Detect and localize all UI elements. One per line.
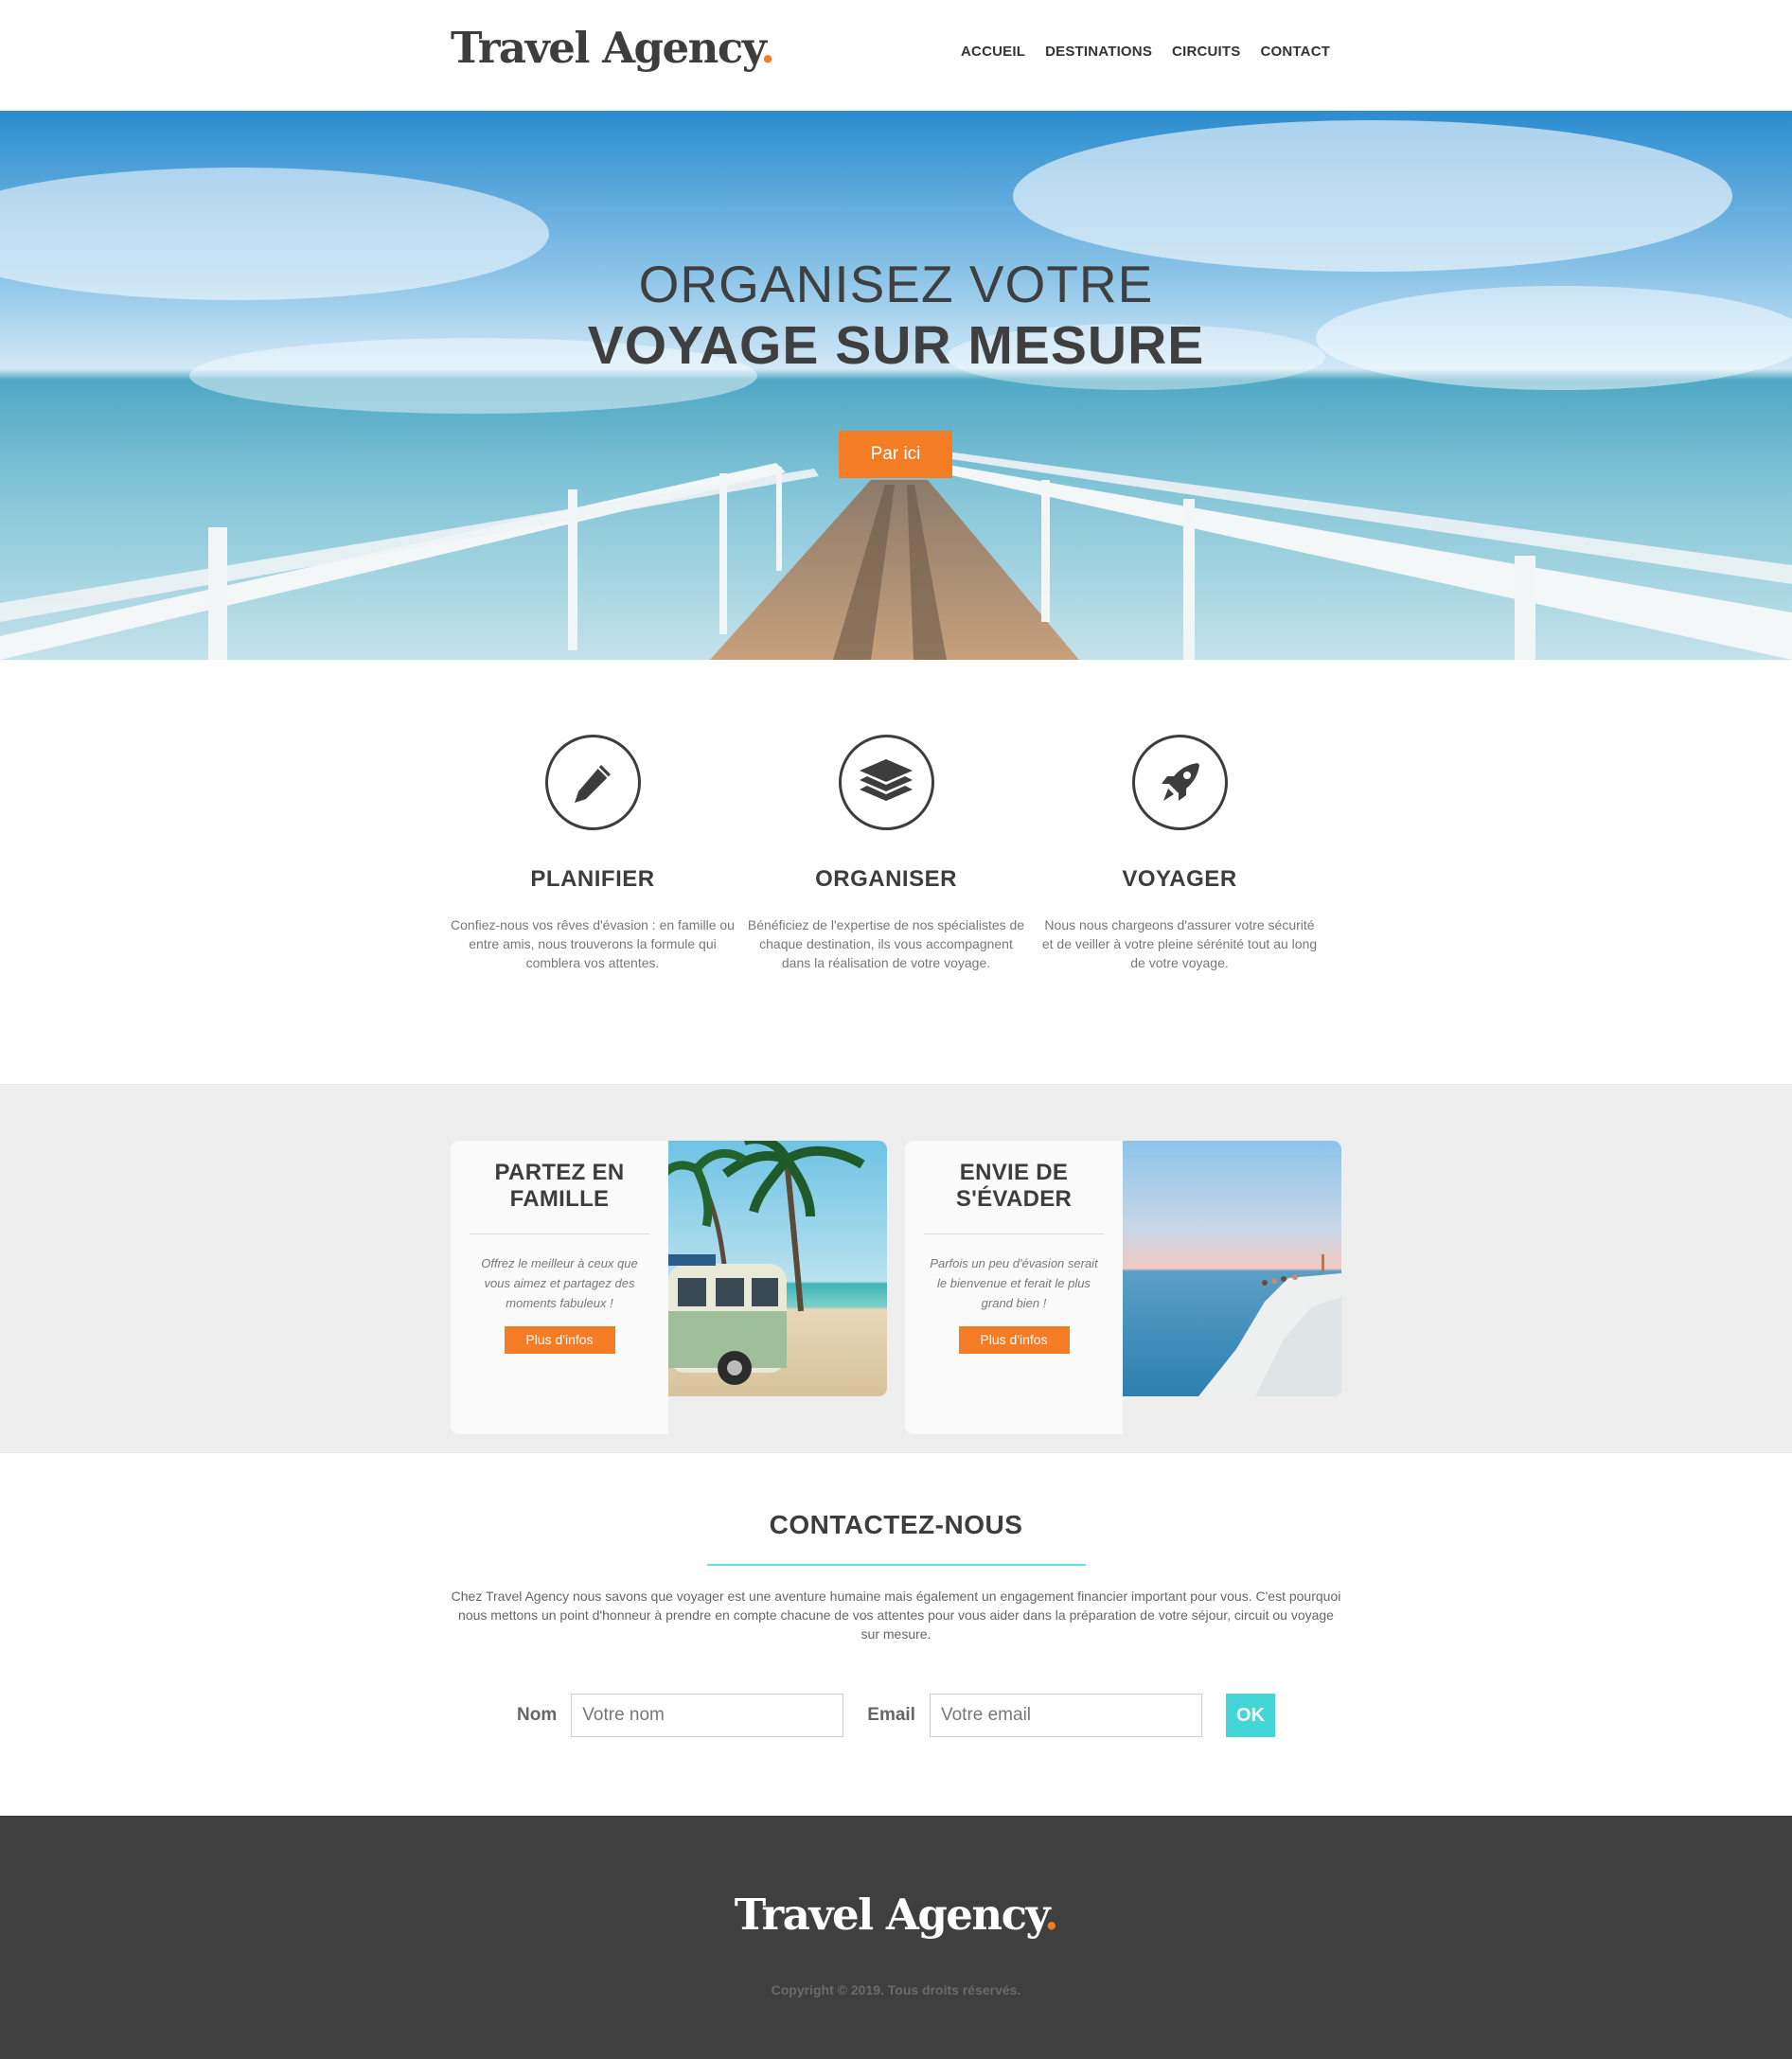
name-label: Nom bbox=[517, 1705, 558, 1725]
hero-banner: ORGANISEZ VOTRE VOYAGE SUR MESURE Par ic… bbox=[0, 111, 1792, 660]
feature-title: PLANIFIER bbox=[530, 866, 655, 892]
layers-icon bbox=[838, 735, 934, 830]
promo-panel: PARTEZ EN FAMILLE Offrez le meilleur à ce… bbox=[451, 1141, 668, 1434]
copyright: Copyright © 2019. Tous droits réservés. bbox=[771, 1982, 1021, 1997]
promo-text: Offrez le meilleur à ceux que vous aimez… bbox=[481, 1256, 638, 1310]
footer-logo-dot: . bbox=[1044, 1890, 1059, 1940]
promo-band: PARTEZ EN FAMILLE Offrez le meilleur à ce… bbox=[0, 1084, 1792, 1453]
hero-title: ORGANISEZ VOTRE VOYAGE SUR MESURE bbox=[0, 253, 1792, 376]
feature-text: Confiez-nous vos rêves d'évasion : en fa… bbox=[451, 917, 735, 970]
promo-text: Parfois un peu d'évasion serait le bienv… bbox=[930, 1256, 1098, 1310]
par-ici-button[interactable]: Par ici bbox=[839, 431, 952, 478]
contact-title: CONTACTEZ-NOUS bbox=[769, 1510, 1023, 1539]
submit-button[interactable]: OK bbox=[1225, 1694, 1275, 1737]
feature-title: ORGANISER bbox=[815, 866, 957, 892]
feature-planifier: PLANIFIER Confiez-nous vos rêves d'évasi… bbox=[451, 660, 735, 972]
logo-dot: . bbox=[760, 23, 775, 73]
pen-icon bbox=[544, 735, 641, 830]
cliff-sea-image bbox=[1123, 1141, 1341, 1396]
features-section: PLANIFIER Confiez-nous vos rêves d'évasi… bbox=[0, 660, 1792, 1084]
hero-background-image bbox=[0, 111, 1792, 660]
van-beach-image bbox=[668, 1141, 887, 1396]
main-nav: ACCUEIL DESTINATIONS CIRCUITS CONTACT bbox=[961, 44, 1350, 60]
promo-card-famille: PARTEZ EN FAMILLE Offrez le meilleur à ce… bbox=[451, 1141, 887, 1434]
promo-title-line1: ENVIE DE bbox=[959, 1160, 1069, 1185]
contact-section: CONTACTEZ-NOUS Chez Travel Agency nous s… bbox=[0, 1453, 1792, 1816]
promo-title: ENVIE DE S'ÉVADER bbox=[905, 1160, 1123, 1213]
hero-title-line1: ORGANISEZ VOTRE bbox=[638, 255, 1154, 313]
footer-logo-text: Travel Agency bbox=[734, 1890, 1046, 1940]
feature-text: Bénéficiez de l'expertise de nos spécial… bbox=[747, 917, 1025, 970]
contact-divider bbox=[706, 1564, 1086, 1566]
site-footer: Travel Agency. Copyright © 2019. Tous dr… bbox=[0, 1816, 1792, 2059]
email-input[interactable] bbox=[929, 1694, 1202, 1737]
nav-destinations[interactable]: DESTINATIONS bbox=[1045, 44, 1152, 60]
logo[interactable]: Travel Agency. bbox=[451, 23, 775, 73]
plus-infos-button[interactable]: Plus d'infos bbox=[958, 1326, 1070, 1354]
logo-text: Travel Agency bbox=[451, 23, 762, 73]
nav-contact[interactable]: CONTACT bbox=[1260, 44, 1330, 60]
plus-infos-button[interactable]: Plus d'infos bbox=[504, 1326, 615, 1354]
promo-card-evader: ENVIE DE S'ÉVADER Parfois un peu d'évasio… bbox=[905, 1141, 1341, 1434]
feature-title: VOYAGER bbox=[1122, 866, 1237, 892]
feature-voyager: VOYAGER Nous nous chargeons d'assurer vo… bbox=[1038, 660, 1322, 972]
promo-title-line2: S'ÉVADER bbox=[955, 1186, 1073, 1212]
feature-text: Nous nous chargeons d'assurer votre sécu… bbox=[1041, 917, 1318, 970]
promo-title: PARTEZ EN FAMILLE bbox=[451, 1160, 668, 1213]
rocket-icon bbox=[1131, 735, 1228, 830]
name-input[interactable] bbox=[571, 1694, 844, 1737]
promo-panel: ENVIE DE S'ÉVADER Parfois un peu d'évasio… bbox=[905, 1141, 1123, 1434]
hero-title-line2: VOYAGE SUR MESURE bbox=[587, 315, 1205, 376]
promo-title-line1: PARTEZ EN bbox=[494, 1160, 625, 1185]
nav-accueil[interactable]: ACCUEIL bbox=[961, 44, 1025, 60]
email-label: Email bbox=[867, 1705, 915, 1725]
contact-form: Nom Email OK bbox=[0, 1694, 1792, 1737]
nav-circuits[interactable]: CIRCUITS bbox=[1172, 44, 1240, 60]
contact-text: Chez Travel Agency nous savons que voyag… bbox=[451, 1589, 1341, 1642]
footer-logo[interactable]: Travel Agency. bbox=[0, 1890, 1792, 1940]
site-header: Travel Agency. ACCUEIL DESTINATIONS CIRC… bbox=[0, 0, 1792, 111]
feature-organiser: ORGANISER Bénéficiez de l'expertise de n… bbox=[744, 660, 1028, 972]
promo-title-line2: FAMILLE bbox=[509, 1186, 610, 1212]
